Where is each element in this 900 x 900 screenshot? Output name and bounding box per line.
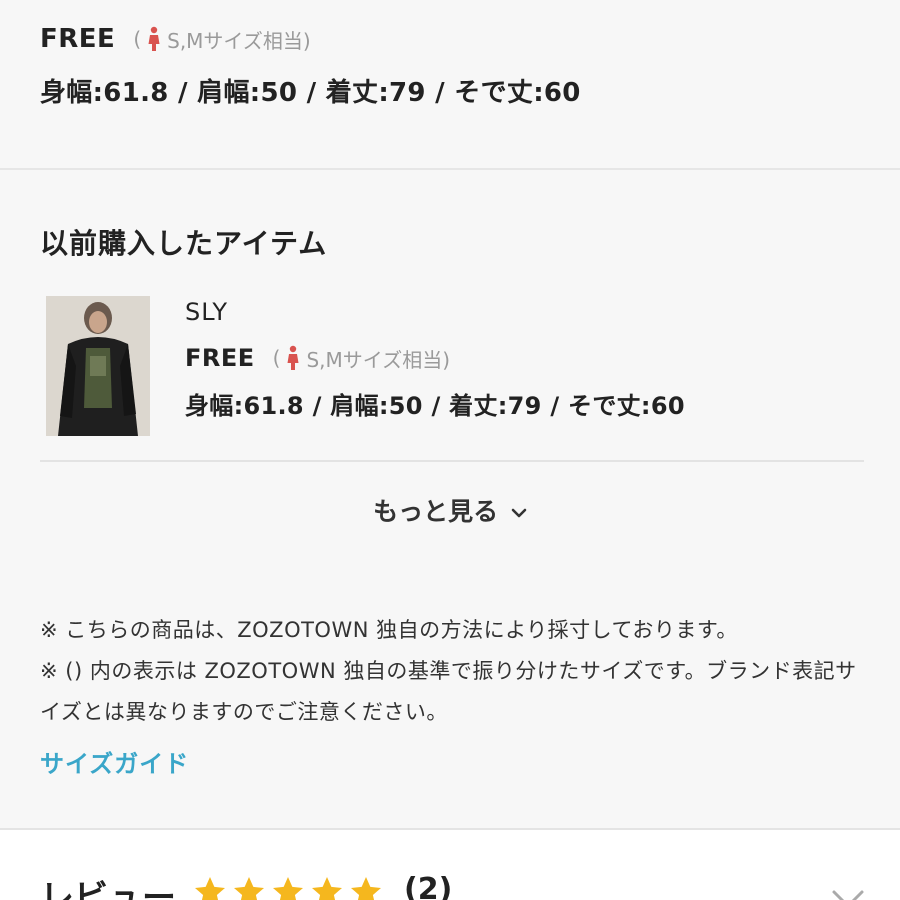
size-name: FREE [40,24,116,54]
star-icon [312,877,342,900]
review-title: レビュー [40,878,176,900]
star-icon [234,877,264,900]
item-size-name: FREE [185,344,255,372]
note-line: ※ () 内の表示は ZOZOTOWN 独自の基準で振り分けたサイズです。ブラン… [40,659,857,724]
section-title: 以前購入したアイテム [40,227,328,260]
show-more-label: もっと見る [373,497,499,526]
item-size-note: ( S,Mサイズ相当) [273,344,450,373]
item-thumbnail[interactable] [46,296,150,436]
star-icon [351,877,381,900]
top-size-summary: FREE ( S,Mサイズ相当) 身幅:61.8 / 肩幅:50 / 着丈:79… [40,20,880,109]
size-note: ( S,Mサイズ相当) [133,25,311,54]
item-size-note-open: ( [272,346,281,370]
review-panel[interactable]: レビュー (2) [0,828,900,900]
size-note-text: S,Mサイズ相当) [167,28,311,53]
size-page: FREE ( S,Mサイズ相当) 身幅:61.8 / 肩幅:50 / 着丈:79… [0,0,900,900]
chevron-down-icon[interactable] [830,888,866,900]
size-guide-link[interactable]: サイズガイド [40,744,189,779]
star-icon [195,877,225,900]
size-notes: ※ こちらの商品は、ZOZOTOWN 独自の方法により採寸しております。 ※ (… [40,610,870,733]
chevron-down-icon [511,508,527,518]
note-line: ※ こちらの商品は、ZOZOTOWN 独自の方法により採寸しております。 [40,618,738,642]
item-size-line: FREE ( S,Mサイズ相当) [185,336,685,380]
purchased-item[interactable]: SLY FREE ( S,Mサイズ相当) 身幅:61.8 / 肩幅:50 / 着… [40,290,864,462]
review-count: (2) [404,872,453,900]
review-stars [192,874,387,900]
item-photo [46,296,150,436]
show-more-button[interactable]: もっと見る [0,492,900,528]
measurements: 身幅:61.8 / 肩幅:50 / 着丈:79 / そで丈:60 [40,78,581,108]
size-note-open: ( [133,27,142,51]
section-divider [0,168,900,170]
item-measurements: 身幅:61.8 / 肩幅:50 / 着丈:79 / そで丈:60 [185,392,685,420]
item-brand: SLY [185,298,229,326]
star-icon [273,877,303,900]
person-icon [287,345,299,370]
person-icon [148,26,160,51]
item-info: SLY FREE ( S,Mサイズ相当) 身幅:61.8 / 肩幅:50 / 着… [185,298,685,421]
size-line: FREE ( S,Mサイズ相当) [40,20,880,58]
item-size-note-text: S,Mサイズ相当) [306,347,450,372]
